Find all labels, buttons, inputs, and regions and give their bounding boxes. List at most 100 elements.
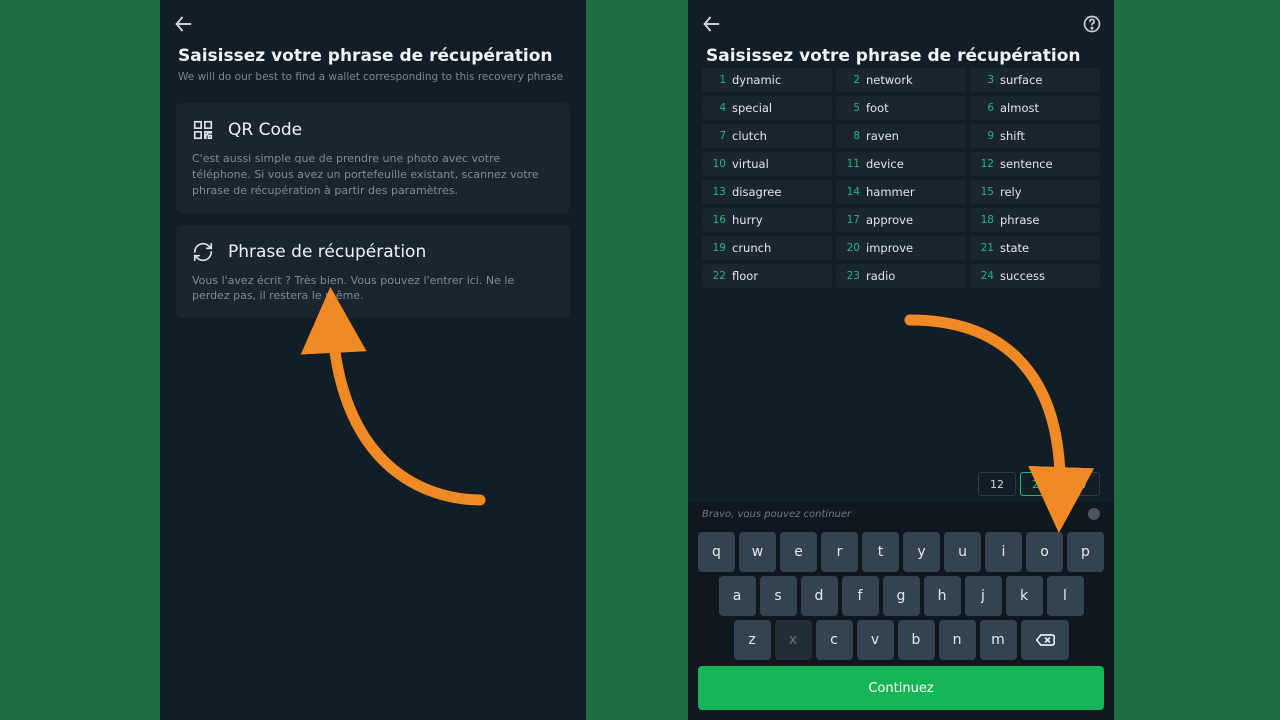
help-icon[interactable] xyxy=(1082,14,1102,34)
seed-word-index: 21 xyxy=(976,242,994,254)
key-w[interactable]: w xyxy=(739,532,776,572)
seed-word-index: 11 xyxy=(842,158,860,170)
seed-word-index: 24 xyxy=(976,270,994,282)
seed-word-text: foot xyxy=(866,101,889,115)
seed-word-index: 10 xyxy=(708,158,726,170)
seed-word-cell[interactable]: 23radio xyxy=(836,264,966,288)
key-i[interactable]: i xyxy=(985,532,1022,572)
option-qr-code[interactable]: QR Code C'est aussi simple que de prendr… xyxy=(176,103,570,213)
key-z[interactable]: z xyxy=(734,620,771,660)
word-count-option[interactable]: 12 xyxy=(978,472,1016,496)
seed-word-text: hammer xyxy=(866,185,915,199)
option-qr-desc: C'est aussi simple que de prendre une ph… xyxy=(192,151,554,199)
seed-word-text: almost xyxy=(1000,101,1039,115)
continue-button[interactable]: Continuez xyxy=(698,666,1104,710)
key-u[interactable]: u xyxy=(944,532,981,572)
qr-code-icon xyxy=(192,119,214,141)
seed-word-grid: 1dynamic2network 3 surface 4special5foot 6 al… xyxy=(688,68,1114,288)
topbar xyxy=(160,0,586,42)
seed-word-index: 17 xyxy=(842,214,860,226)
seed-word-cell[interactable]: 8raven xyxy=(836,124,966,148)
seed-word-index: 3 xyxy=(976,74,994,86)
seed-word-cell[interactable]: 6 almost xyxy=(970,96,1100,120)
seed-word-index: 14 xyxy=(842,186,860,198)
seed-word-cell[interactable]: 9shift xyxy=(970,124,1100,148)
key-k[interactable]: k xyxy=(1006,576,1043,616)
key-f[interactable]: f xyxy=(842,576,879,616)
key-d[interactable]: d xyxy=(801,576,838,616)
key-b[interactable]: b xyxy=(898,620,935,660)
seed-word-index: 22 xyxy=(708,270,726,282)
seed-word-cell[interactable]: 13 disagree xyxy=(702,180,832,204)
key-r[interactable]: r xyxy=(821,532,858,572)
seed-word-cell[interactable]: 4special xyxy=(702,96,832,120)
seed-word-text: rely xyxy=(1000,185,1022,199)
key-l[interactable]: l xyxy=(1047,576,1084,616)
seed-word-cell[interactable]: 18phrase xyxy=(970,208,1100,232)
topbar xyxy=(688,0,1114,42)
seed-word-cell[interactable]: 20improve xyxy=(836,236,966,260)
key-h[interactable]: h xyxy=(924,576,961,616)
seed-word-cell[interactable]: 22floor xyxy=(702,264,832,288)
seed-word-index: 19 xyxy=(708,242,726,254)
key-g[interactable]: g xyxy=(883,576,920,616)
seed-word-cell[interactable]: 3 surface xyxy=(970,68,1100,92)
seed-word-text: surface xyxy=(1000,73,1043,87)
seed-word-text: network xyxy=(866,73,913,87)
key-p[interactable]: p xyxy=(1067,532,1104,572)
seed-word-cell[interactable]: 17approve xyxy=(836,208,966,232)
key-backspace[interactable] xyxy=(1021,620,1069,660)
seed-word-index: 8 xyxy=(842,130,860,142)
key-y[interactable]: y xyxy=(903,532,940,572)
key-t[interactable]: t xyxy=(862,532,899,572)
seed-word-cell[interactable]: 10virtual xyxy=(702,152,832,176)
seed-word-cell[interactable]: 15 rely xyxy=(970,180,1100,204)
word-count-option[interactable]: 24 xyxy=(1020,472,1058,496)
info-icon[interactable] xyxy=(1088,508,1100,520)
hint-text: Bravo, vous pouvez continuer xyxy=(702,509,851,520)
seed-word-index: 13 xyxy=(708,186,726,198)
key-s[interactable]: s xyxy=(760,576,797,616)
key-v[interactable]: v xyxy=(857,620,894,660)
key-m[interactable]: m xyxy=(980,620,1017,660)
refresh-icon xyxy=(192,241,214,263)
key-j[interactable]: j xyxy=(965,576,1002,616)
seed-word-cell[interactable]: 2network xyxy=(836,68,966,92)
option-phrase-desc: Vous l'avez écrit ? Très bien. Vous pouv… xyxy=(192,273,554,305)
seed-word-cell[interactable]: 5foot xyxy=(836,96,966,120)
seed-word-cell[interactable]: 12sentence xyxy=(970,152,1100,176)
option-phrase-title: Phrase de récupération xyxy=(228,242,426,262)
seed-word-cell[interactable]: 1dynamic xyxy=(702,68,832,92)
seed-word-index: 1 xyxy=(708,74,726,86)
seed-word-index: 15 xyxy=(976,186,994,198)
seed-word-index: 6 xyxy=(976,102,994,114)
key-e[interactable]: e xyxy=(780,532,817,572)
seed-word-cell[interactable]: 14 hammer xyxy=(836,180,966,204)
key-a[interactable]: a xyxy=(719,576,756,616)
back-icon[interactable] xyxy=(700,13,722,35)
seed-word-text: improve xyxy=(866,241,913,255)
seed-word-cell[interactable]: 19crunch xyxy=(702,236,832,260)
seed-word-text: success xyxy=(1000,269,1045,283)
seed-word-cell[interactable]: 11device xyxy=(836,152,966,176)
seed-word-text: phrase xyxy=(1000,213,1039,227)
key-n[interactable]: n xyxy=(939,620,976,660)
back-icon[interactable] xyxy=(172,13,194,35)
page-title: Saisissez votre phrase de récupération xyxy=(160,42,586,68)
key-x[interactable]: x xyxy=(775,620,812,660)
seed-word-cell[interactable]: 7clutch xyxy=(702,124,832,148)
word-count-option[interactable]: 27 xyxy=(1062,472,1100,496)
seed-word-text: sentence xyxy=(1000,157,1053,171)
key-o[interactable]: o xyxy=(1026,532,1063,572)
seed-word-cell[interactable]: 21state xyxy=(970,236,1100,260)
seed-word-text: disagree xyxy=(732,185,781,199)
seed-word-index: 16 xyxy=(708,214,726,226)
key-c[interactable]: c xyxy=(816,620,853,660)
key-q[interactable]: q xyxy=(698,532,735,572)
seed-word-cell[interactable]: 24 success xyxy=(970,264,1100,288)
seed-word-index: 23 xyxy=(842,270,860,282)
page-title: Saisissez votre phrase de récupération xyxy=(688,42,1114,68)
seed-word-cell[interactable]: 16hurry xyxy=(702,208,832,232)
keyboard: qwertyuiop asdfghjkl zxcvbnm Continuez xyxy=(688,524,1114,720)
option-recovery-phrase[interactable]: Phrase de récupération Vous l'avez écrit… xyxy=(176,225,570,319)
